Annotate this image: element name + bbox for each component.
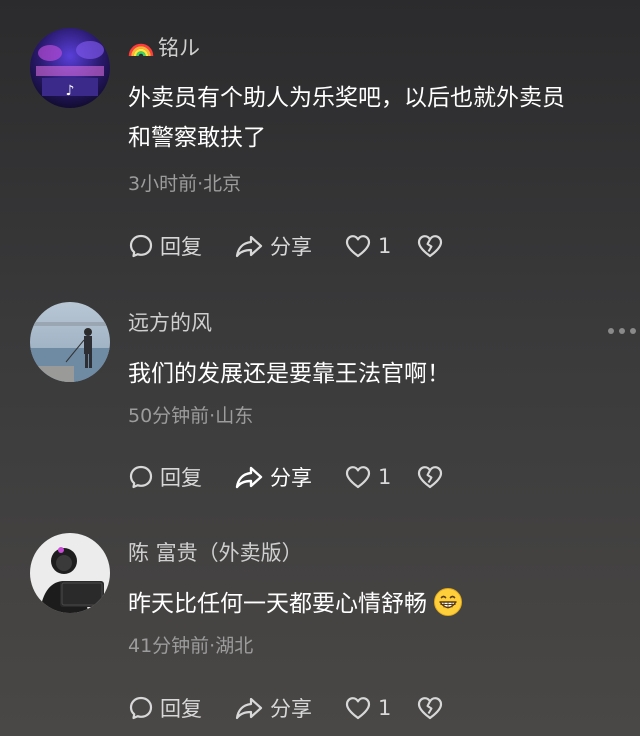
avatar[interactable] [30,302,110,382]
username[interactable]: 远方的风 [128,309,212,337]
broken-heart-icon [417,466,443,489]
comment-meta: 3小时前·北京 [128,173,242,195]
dislike-button[interactable] [416,464,444,490]
reply-button[interactable]: 回复 [128,693,234,723]
avatar[interactable] [30,533,110,613]
like-button[interactable]: 1 [344,695,416,721]
reply-label: 回复 [160,697,202,721]
username-text: 铭ル [158,36,200,60]
share-arrow-icon [235,235,263,258]
share-label: 分享 [270,697,312,721]
comment-actions: 回复 分享 1 [128,693,444,723]
chat-bubble-icon [129,234,153,258]
comment-text: 昨天比任何一天都要心情舒畅 [128,584,628,624]
comment-text-body: 昨天比任何一天都要心情舒畅 [128,591,427,617]
comment-text: 外卖员有个助人为乐奖吧，以后也就外卖员 和警察敢扶了 [128,78,628,158]
chat-bubble-icon [129,465,153,489]
comment-meta: 50分钟前·山东 [128,405,254,427]
share-arrow-icon [235,697,263,720]
comment-text-line-2: 和警察敢扶了 [128,125,266,151]
heart-icon [345,697,371,720]
heart-icon [345,466,371,489]
more-dot [619,328,625,334]
share-label: 分享 [270,235,312,259]
like-button[interactable]: 1 [344,464,416,490]
like-count: 1 [378,234,392,258]
like-button[interactable]: 1 [344,233,416,259]
reply-label: 回复 [160,235,202,259]
avatar-image: ♪ [30,28,110,108]
dislike-button[interactable] [416,233,444,259]
dislike-button[interactable] [416,695,444,721]
broken-heart-icon [417,235,443,258]
reply-button[interactable]: 回复 [128,231,234,261]
comment-meta: 41分钟前·湖北 [128,635,254,657]
avatar[interactable]: ♪ [30,28,110,108]
heart-icon [345,235,371,258]
comment-text-line-1: 外卖员有个助人为乐奖吧，以后也就外卖员 [128,85,565,111]
avatar-image [30,533,110,613]
like-count: 1 [378,465,392,489]
avatar-image [30,302,110,382]
rainbow-emoji [128,43,154,57]
comment-item-1: ♪ 铭ル 外卖员有个助人为乐奖吧，以后也就外卖员 和警察敢扶了 3小时前·北京 … [0,0,640,270]
share-button[interactable]: 分享 [234,462,344,492]
comment-actions: 回复 分享 1 [128,231,444,261]
like-count: 1 [378,696,392,720]
grinning-face-emoji [434,588,462,616]
comment-item-3: 陈 富贵（外卖版） 昨天比任何一天都要心情舒畅 41分钟前·湖北 回复 分享 1 [0,500,640,736]
comment-text: 我们的发展还是要靠王法官啊！ [128,361,450,387]
more-dot [630,328,636,334]
share-label: 分享 [270,466,312,490]
username[interactable]: 铭ル [128,34,200,62]
reply-button[interactable]: 回复 [128,462,234,492]
more-dots-icon[interactable] [608,324,636,338]
share-button[interactable]: 分享 [234,693,344,723]
svg-text:♪: ♪ [66,83,75,99]
username[interactable]: 陈 富贵（外卖版） [128,539,303,567]
comment-actions: 回复 分享 1 [128,462,444,492]
reply-label: 回复 [160,466,202,490]
share-arrow-icon [235,466,263,489]
share-button[interactable]: 分享 [234,231,344,261]
more-dot [608,328,614,334]
broken-heart-icon [417,697,443,720]
comment-item-2: 远方的风 我们的发展还是要靠王法官啊！ 50分钟前·山东 回复 分享 1 [0,270,640,500]
chat-bubble-icon [129,696,153,720]
